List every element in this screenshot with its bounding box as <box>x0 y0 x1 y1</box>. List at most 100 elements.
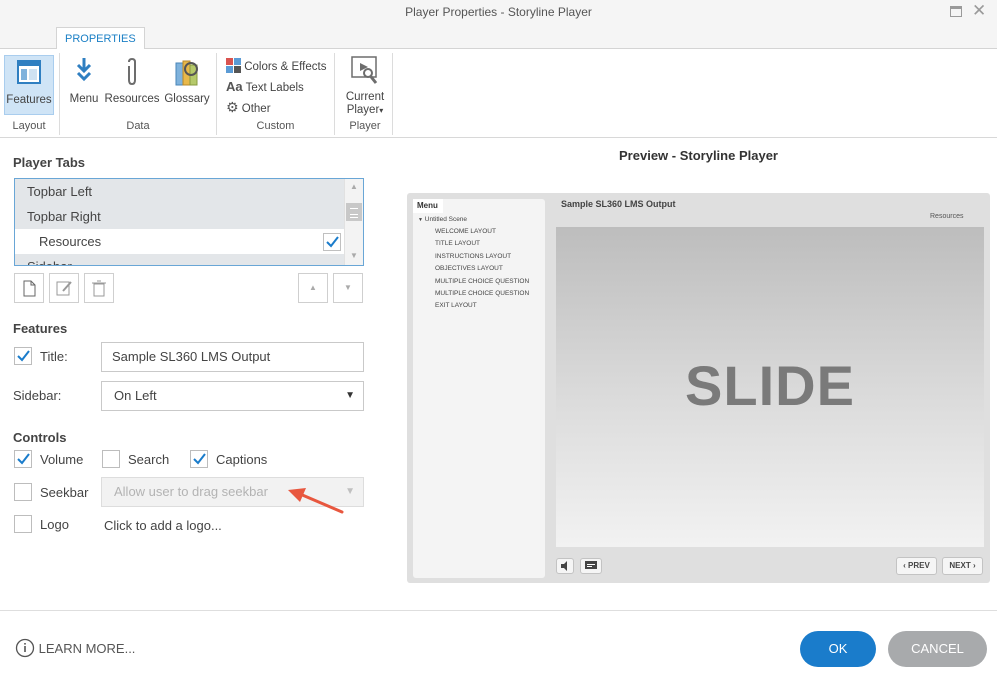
colors-icon <box>226 58 241 73</box>
resources-label: Resources <box>104 93 160 105</box>
resources-checkbox[interactable] <box>323 233 341 251</box>
list-item-resources[interactable]: Resources <box>15 229 344 254</box>
current-player-label-text: Player <box>346 104 380 116</box>
add-logo-link[interactable]: Click to add a logo... <box>104 518 222 533</box>
search-checkbox[interactable] <box>102 450 120 468</box>
group-layout-label: Layout <box>12 120 46 132</box>
seekbar-option-value: Allow user to drag seekbar <box>114 484 268 499</box>
scroll-thumb[interactable] <box>346 203 362 221</box>
menu-button[interactable]: Menu <box>66 57 102 106</box>
checkmark-icon <box>193 453 206 465</box>
trash-icon <box>92 280 106 297</box>
move-down-button[interactable]: ▼ <box>333 273 363 303</box>
features-heading: Features <box>13 321 68 336</box>
logo-label: Logo <box>40 517 69 532</box>
scroll-up-icon[interactable]: ▲ <box>350 182 358 191</box>
preview-prev-label: PREV <box>908 561 930 570</box>
logo-checkbox[interactable] <box>14 515 32 533</box>
sidebar-label: Sidebar: <box>13 388 62 403</box>
footer-divider <box>0 610 997 611</box>
colors-effects-button[interactable]: Colors & Effects <box>226 58 326 76</box>
colors-effects-label: Colors & Effects <box>244 61 327 73</box>
checkmark-icon <box>326 236 339 248</box>
title-label: Title: <box>40 349 68 364</box>
move-up-button[interactable]: ▲ <box>298 273 328 303</box>
group-data-label: Data <box>126 120 150 132</box>
volume-label: Volume <box>40 452 84 467</box>
current-player-button[interactable]: Current Player▾ <box>340 55 390 117</box>
gear-icon: ⚙ <box>226 99 239 115</box>
preview-volume-button <box>556 558 574 574</box>
captions-icon <box>585 561 597 569</box>
preview-menu-item: MULTIPLE CHOICE QUESTION <box>435 278 530 285</box>
menu-label: Menu <box>69 93 99 105</box>
info-icon <box>15 638 35 658</box>
preview-course-title: Sample SL360 LMS Output <box>561 199 676 209</box>
edit-tab-button[interactable] <box>49 273 79 303</box>
resources-button[interactable]: Resources <box>104 57 160 106</box>
maximize-icon[interactable] <box>950 6 962 17</box>
title-input[interactable]: Sample SL360 LMS Output <box>101 342 364 372</box>
text-labels-button[interactable]: Aa Text Labels <box>226 78 304 96</box>
features-button[interactable]: Features <box>4 55 54 115</box>
sidebar-select[interactable]: On Left ▼ <box>101 381 364 411</box>
new-tab-button[interactable] <box>14 273 44 303</box>
current-player-label-2: Player▾ <box>340 104 390 117</box>
edit-icon <box>56 281 72 296</box>
group-player-label: Player <box>349 120 381 132</box>
sidebar-select-value: On Left <box>114 388 157 403</box>
list-scrollbar[interactable]: ▲ ▼ <box>344 179 363 265</box>
other-label: Other <box>241 103 271 115</box>
preview-menu-item: OBJECTIVES LAYOUT <box>435 265 503 272</box>
search-label: Search <box>128 452 170 467</box>
cancel-button[interactable]: CANCEL <box>888 631 987 667</box>
scroll-down-icon[interactable]: ▼ <box>350 251 358 260</box>
other-button[interactable]: ⚙ Other <box>226 98 271 116</box>
title-checkbox[interactable] <box>14 347 32 365</box>
preview-next-button: NEXT › <box>942 557 983 575</box>
list-item-topbar-right[interactable]: Topbar Right <box>15 204 344 229</box>
seekbar-checkbox[interactable] <box>14 483 32 501</box>
menu-icon <box>76 58 92 82</box>
preview-captions-button <box>580 558 602 574</box>
list-item-resources-label: Resources <box>39 234 102 249</box>
chevron-down-icon: ▾ <box>379 106 384 115</box>
preview-prev-button: ‹ PREV <box>896 557 937 575</box>
glossary-label: Glossary <box>164 93 210 105</box>
learn-more-link[interactable]: LEARN MORE... <box>15 638 135 658</box>
chevron-right-icon: › <box>972 561 976 570</box>
captions-label: Captions <box>216 452 268 467</box>
preview-menu-tab: Menu <box>413 199 443 213</box>
features-label: Features <box>6 94 52 106</box>
text-labels-label: Text Labels <box>245 82 304 94</box>
window-title: Player Properties - Storyline Player <box>405 5 592 19</box>
captions-checkbox[interactable] <box>190 450 208 468</box>
player-icon <box>351 56 378 84</box>
chevron-down-icon: ▼ <box>345 390 355 401</box>
preview-slide-text: SLIDE <box>685 354 855 417</box>
paperclip-icon <box>128 57 136 86</box>
glossary-button[interactable]: Glossary <box>162 57 212 106</box>
current-player-label-1: Current <box>345 91 385 103</box>
controls-heading: Controls <box>13 430 67 445</box>
tab-properties[interactable]: PROPERTIES <box>56 27 145 50</box>
player-tabs-list[interactable]: Topbar Left Topbar Right Resources Sideb… <box>14 178 364 266</box>
checkmark-icon <box>17 350 30 362</box>
seekbar-label: Seekbar <box>40 485 89 500</box>
triangle-down-icon: ▼ <box>418 217 423 223</box>
list-item-sidebar[interactable]: Sidebar <box>15 254 344 265</box>
ok-button[interactable]: OK <box>800 631 876 667</box>
preview-next-label: NEXT <box>949 561 971 570</box>
features-icon <box>17 60 41 84</box>
list-item-topbar-left[interactable]: Topbar Left <box>15 179 344 204</box>
volume-checkbox[interactable] <box>14 450 32 468</box>
preview-heading: Preview - Storyline Player <box>619 148 778 163</box>
ribbon-separator <box>392 53 393 135</box>
arrow-up-icon: ▲ <box>309 283 317 292</box>
speaker-icon <box>561 561 567 571</box>
new-page-icon <box>23 280 36 297</box>
text-labels-icon: Aa <box>226 79 243 94</box>
arrow-down-icon: ▼ <box>344 283 352 292</box>
delete-tab-button[interactable] <box>84 273 114 303</box>
close-icon[interactable]: ✕ <box>972 1 986 21</box>
